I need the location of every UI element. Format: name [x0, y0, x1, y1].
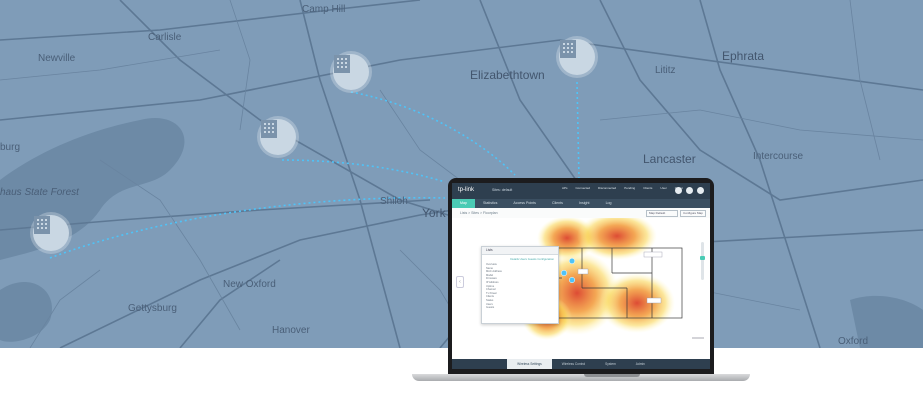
laptop: tp-link Sites: default APs Connected Dis… [412, 178, 750, 381]
tab-access-points[interactable]: Access Points [505, 199, 544, 208]
tab-admin[interactable]: Admin [626, 359, 655, 369]
building-icon[interactable] [333, 54, 369, 90]
city-label: Hanover [272, 325, 310, 336]
main-tabbar: Map Statistics Access Points Clients Ins… [452, 199, 710, 208]
tab-map[interactable]: Map [452, 199, 475, 208]
laptop-notch [584, 374, 640, 377]
city-label: Oxford [838, 336, 869, 347]
logout-icon[interactable] [697, 187, 704, 194]
tab-wireless-settings[interactable]: Wireless Settings [507, 359, 552, 369]
city-label: Camp Hill [302, 4, 346, 15]
city-label: Ephrata [722, 49, 765, 63]
site-selector[interactable]: Sites: default [492, 188, 512, 192]
breadcrumb[interactable]: Lists > Sites > Floorplan [460, 211, 498, 215]
city-label: York [422, 206, 446, 220]
floorplan-canvas[interactable]: Lists Details Users Guests Configuration… [452, 212, 710, 359]
bottom-tabbar: Wireless Settings Wireless Control Syste… [452, 359, 710, 369]
panel-tabs[interactable]: Details Users Guests Configuration [482, 255, 558, 263]
city-label: Newville [38, 53, 76, 64]
building-icon[interactable] [559, 39, 595, 75]
stat-clients: Clients [643, 186, 653, 190]
city-label: Gettysburg [128, 303, 177, 314]
collapse-arrow-icon[interactable]: ‹ [456, 276, 464, 288]
stat-aps: APs [562, 186, 568, 190]
map-select[interactable]: Map Default [646, 210, 678, 217]
stat-connected: Connected [575, 186, 591, 190]
city-label: Lancaster [643, 152, 696, 166]
gear-icon[interactable] [686, 187, 693, 194]
ap-details-panel: Lists Details Users Guests Configuration… [481, 246, 559, 324]
laptop-lid: tp-link Sites: default APs Connected Dis… [448, 178, 714, 374]
city-label: New Oxford [223, 279, 276, 290]
tab-clients[interactable]: Clients [544, 199, 571, 208]
panel-title: Lists [482, 247, 558, 255]
building-icon[interactable] [260, 119, 296, 155]
stat-user: User [660, 186, 667, 190]
tab-log[interactable]: Log [598, 199, 620, 208]
tp-link-logo: tp-link [458, 187, 475, 193]
city-label: Intercourse [753, 151, 804, 162]
stats-summary: APs Connected Disconnected Pending Clien… [562, 186, 683, 190]
tab-wireless-control[interactable]: Wireless Control [552, 359, 595, 369]
laptop-base [412, 374, 750, 381]
stat-pending: Pending [624, 186, 636, 190]
city-label: burg [0, 142, 21, 153]
stat-disconnected: Disconnected [598, 186, 617, 190]
zoom-slider[interactable] [700, 242, 705, 280]
laptop-screen: tp-link Sites: default APs Connected Dis… [452, 183, 710, 369]
tab-insight[interactable]: Insight [571, 199, 598, 208]
city-label: haus State Forest [0, 187, 79, 198]
tab-system[interactable]: System [595, 359, 626, 369]
zoom-handle[interactable] [700, 256, 705, 260]
panel-row[interactable]: Guests [482, 306, 558, 310]
tab-statistics[interactable]: Statistics [475, 199, 505, 208]
city-label: Shiloh [380, 196, 408, 207]
configure-map-button[interactable]: Configure Map [680, 210, 706, 217]
top-icons [675, 187, 704, 194]
city-label: Carlisle [148, 32, 182, 43]
city-label: Lititz [655, 65, 676, 76]
city-label: Elizabethtown [470, 68, 545, 82]
building-icon[interactable] [33, 215, 69, 251]
refresh-icon[interactable] [675, 187, 682, 194]
app-topbar: tp-link Sites: default APs Connected Dis… [452, 183, 710, 199]
